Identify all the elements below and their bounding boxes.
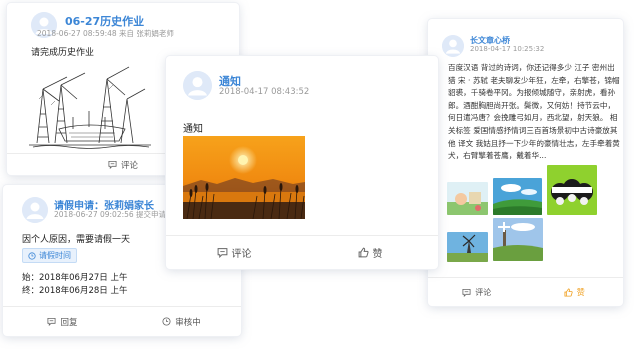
avatar [183, 71, 212, 100]
card-footer: 评论 赞 [428, 277, 623, 306]
leave-start: 始：2018年06月27日 上午 [22, 273, 128, 283]
reply-icon [47, 317, 56, 326]
meadow-thumbnail[interactable] [493, 218, 543, 261]
avatar [442, 35, 464, 57]
card-footer: 评论 赞 [166, 235, 438, 268]
reply-label: 回复 [60, 317, 78, 328]
review-status-label: 审核中 [175, 317, 201, 328]
sunset-photo[interactable] [183, 136, 305, 219]
clock-icon [28, 251, 36, 260]
card-meta: 2018-04-17 10:25:32 [470, 45, 545, 53]
leave-time-tag-label: 请假时间 [39, 251, 71, 260]
card-meta: 2018-04-17 08:43:52 [219, 87, 310, 97]
card-footer: 回复 审核中 [3, 306, 241, 336]
avatar-person-icon [22, 197, 48, 223]
landscape-thumbnail[interactable] [493, 178, 542, 215]
card-meta: 2018-06-27 09:02:56 提交申请 [54, 210, 167, 219]
leave-reason: 因个人原因，需要请假一天 [22, 235, 131, 245]
review-icon [162, 317, 171, 326]
article-paragraph: 百度汉语 背过的诗词，你还记得多少 江子 密州出猎 宋 · 苏轼 老夫聊发少年狂… [448, 63, 620, 161]
card-content: 通知 [183, 124, 203, 135]
comment-label: 评论 [475, 287, 492, 297]
windmill-thumbnail[interactable] [447, 232, 488, 262]
avatar [22, 197, 48, 223]
comment-label: 评论 [231, 248, 252, 260]
like-button[interactable]: 赞 [526, 278, 624, 306]
like-label: 赞 [372, 248, 383, 260]
card-content: 请完成历史作业 [31, 48, 95, 58]
comment-button[interactable]: 评论 [166, 236, 302, 268]
reply-button[interactable]: 回复 [3, 307, 122, 336]
cartoon-thumbnail[interactable] [447, 182, 488, 215]
review-status-button[interactable]: 审核中 [122, 307, 241, 336]
avatar-person-icon [442, 35, 464, 57]
like-icon [358, 247, 369, 257]
band-poster-thumbnail[interactable] [547, 165, 597, 215]
comment-icon [462, 288, 471, 297]
comment-button[interactable]: 评论 [428, 278, 526, 306]
leave-time-tag: 请假时间 [22, 248, 77, 263]
article-card[interactable]: 长文章心桥 2018-04-17 10:25:32 百度汉语 背过的诗词，你还记… [428, 19, 623, 306]
card-meta: 2018-06-27 08:59:48 来自 张莉娟老师 [37, 29, 174, 38]
comment-icon [108, 160, 117, 169]
harbor-sketch-image[interactable] [29, 59, 151, 151]
comment-icon [217, 247, 227, 258]
avatar-person-icon [183, 71, 212, 100]
like-button[interactable]: 赞 [302, 236, 438, 268]
like-icon [564, 287, 573, 297]
notice-card[interactable]: 通知 2018-04-17 08:43:52 通知 评论 赞 [166, 56, 438, 269]
card-title[interactable]: 06-27历史作业 [65, 13, 144, 29]
leave-end: 终：2018年06月28日 上午 [22, 286, 128, 296]
comment-label: 评论 [120, 160, 138, 171]
like-label: 赞 [576, 287, 585, 297]
